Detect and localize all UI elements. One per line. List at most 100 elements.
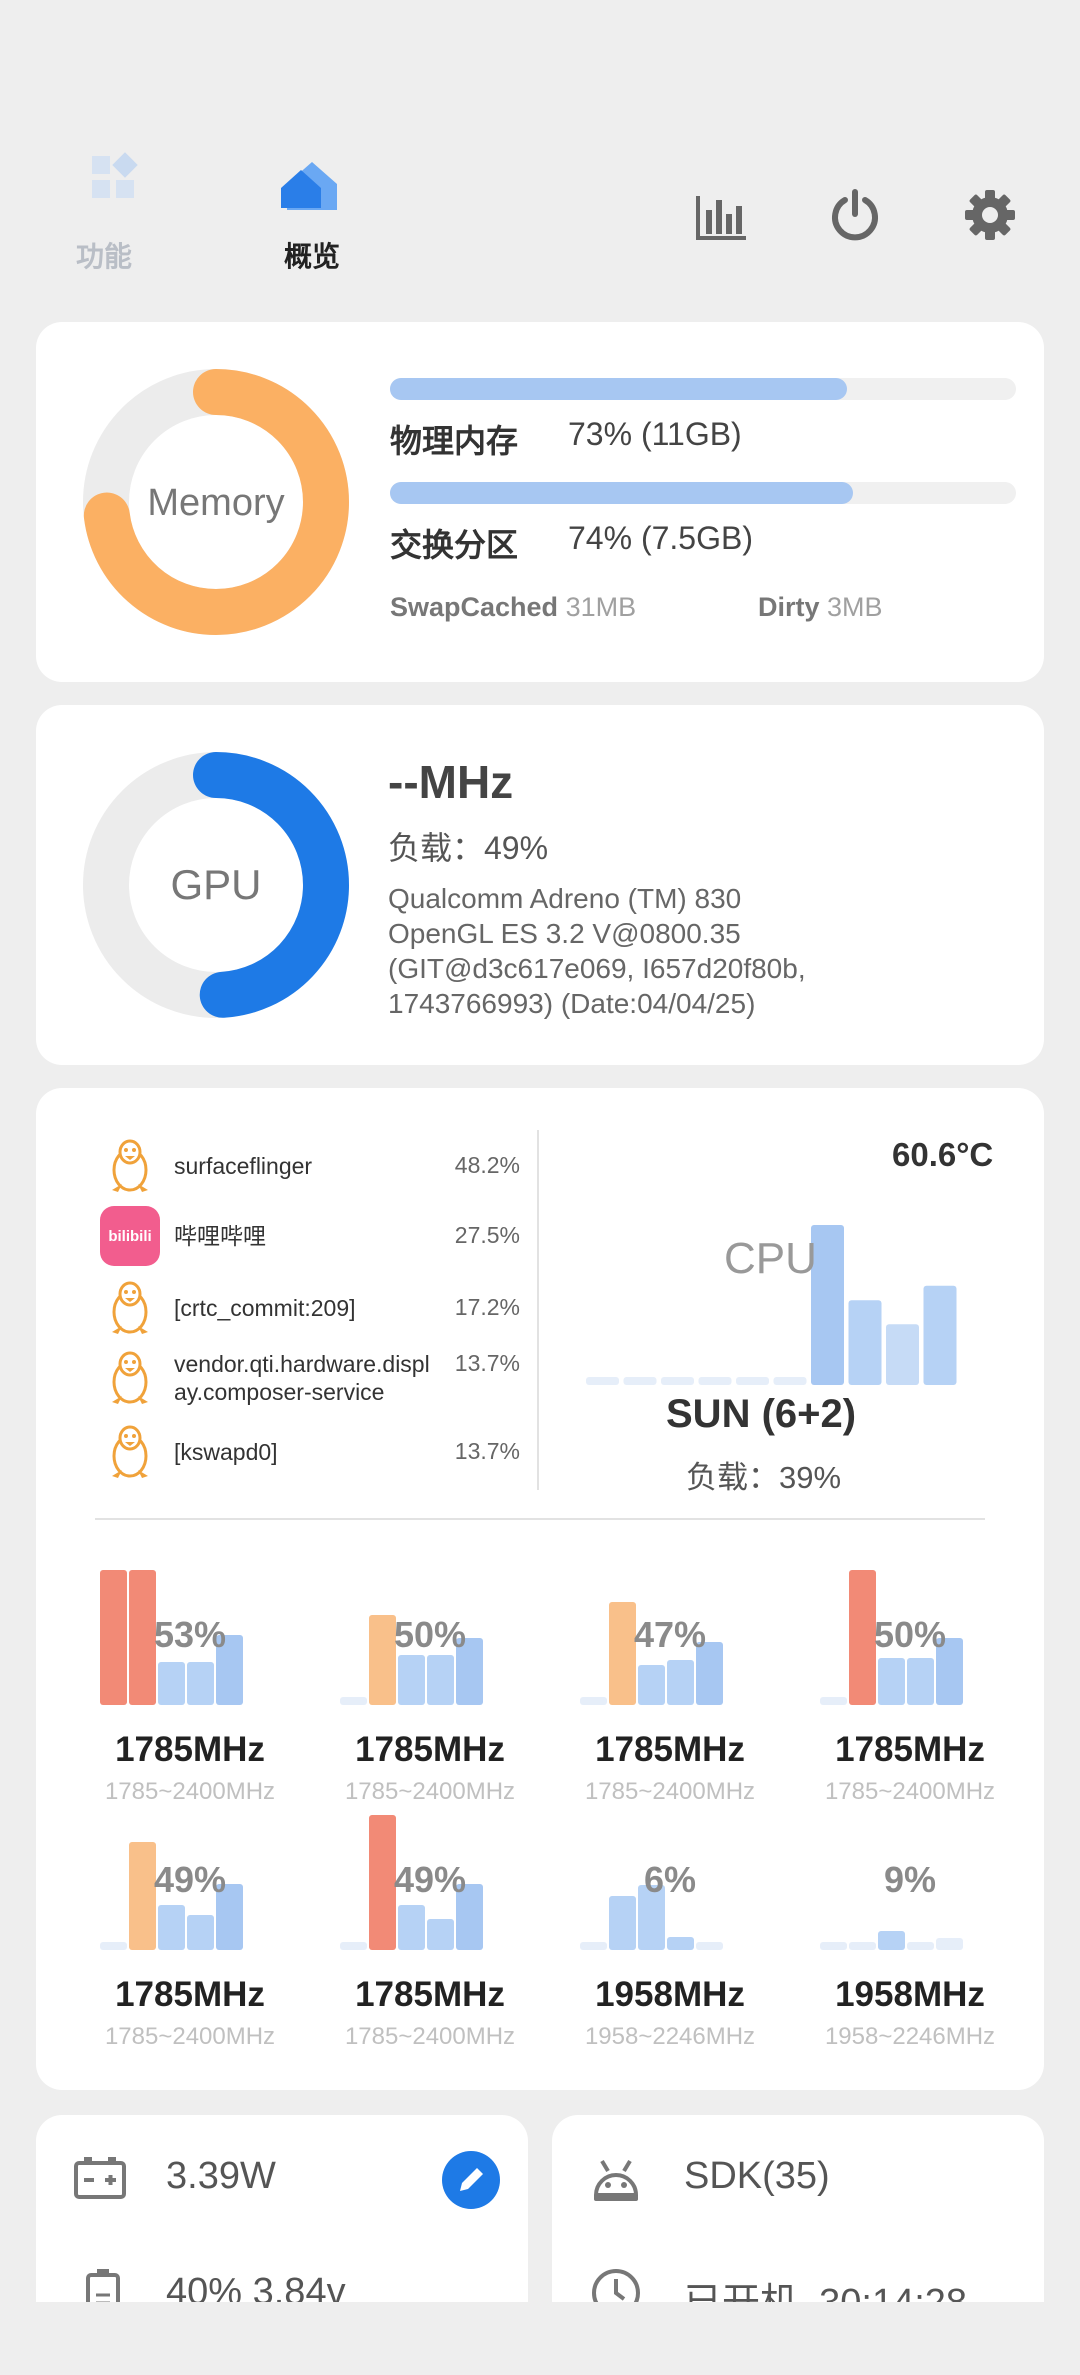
physical-memory-label: 物理内存 bbox=[390, 423, 519, 459]
cpu-core-load: 50% bbox=[873, 1614, 947, 1655]
cpu-core-bar bbox=[907, 1941, 934, 1950]
swapcached-stat: SwapCached 31MB bbox=[390, 592, 636, 623]
cpu-overview-bar bbox=[848, 1300, 882, 1385]
battery-charge-icon bbox=[74, 2157, 126, 2199]
cpu-core-bar bbox=[849, 1941, 876, 1950]
cpu-core-frequency-range: 1785~2400MHz bbox=[584, 1778, 756, 1805]
gpu-ring-label: GPU bbox=[170, 861, 262, 908]
cpu-core-bar bbox=[696, 1941, 723, 1950]
cpu-core-bar bbox=[820, 1941, 847, 1950]
gpu-card[interactable]: GPU --MHz 负载：49% Qualcomm Adreno (TM) 83… bbox=[36, 705, 1044, 1065]
cpu-core-load: 6% bbox=[643, 1859, 697, 1900]
cpu-core-bar bbox=[638, 1664, 665, 1705]
tab-overview[interactable]: 概览 bbox=[252, 150, 372, 275]
cpu-core-frequency: 1958MHz bbox=[595, 1975, 745, 2014]
tab-functions-label: 功能 bbox=[75, 241, 132, 272]
home-icon bbox=[281, 162, 337, 210]
physical-memory-bar bbox=[390, 378, 1016, 400]
cpu-core-frequency: 1785MHz bbox=[115, 1730, 265, 1769]
cpu-core-frequency-range: 1785~2400MHz bbox=[344, 1778, 516, 1805]
cpu-core-load: 9% bbox=[883, 1859, 937, 1900]
power-button[interactable] bbox=[820, 180, 890, 250]
cpu-core-frequency: 1785MHz bbox=[355, 1730, 505, 1769]
process-cpu-percent: 13.7% bbox=[454, 1350, 520, 1376]
linux-penguin-icon bbox=[112, 1425, 148, 1478]
cpu-core-frequency-range: 1958~2246MHz bbox=[824, 2023, 996, 2050]
cpu-core-bar bbox=[878, 1931, 905, 1950]
cpu-core-bar bbox=[936, 1937, 963, 1950]
android-icon bbox=[593, 2159, 639, 2201]
cpu-core-load: 49% bbox=[393, 1859, 467, 1900]
cpu-core-frequency: 1958MHz bbox=[835, 1975, 985, 2014]
process-cpu-percent: 17.2% bbox=[454, 1294, 520, 1320]
cpu-core-frequency: 1785MHz bbox=[115, 1975, 265, 2014]
dirty-label: Dirty bbox=[758, 592, 820, 622]
swap-bar bbox=[390, 482, 1016, 504]
tab-functions[interactable]: 功能 bbox=[44, 150, 164, 275]
cpu-core[interactable]: 50% 1785MHz 1785~2400MHz bbox=[810, 1570, 1010, 1820]
cpu-overview-bar bbox=[886, 1324, 919, 1385]
process-row[interactable]: vendor.qti.hardware.displ ay.composer-ser… bbox=[100, 1348, 520, 1412]
stats-button[interactable] bbox=[685, 180, 755, 250]
tab-overview-label: 概览 bbox=[283, 241, 340, 272]
gpu-info-line: OpenGL ES 3.2 V@0800.35 bbox=[388, 918, 741, 949]
settings-gear-icon bbox=[965, 190, 1015, 240]
cpu-core-bar bbox=[187, 1914, 214, 1950]
cpu-core-bar bbox=[580, 1941, 607, 1950]
cpu-core-bar bbox=[398, 1655, 425, 1705]
process-cpu-percent: 13.7% bbox=[454, 1438, 520, 1464]
cpu-divider-horizontal bbox=[95, 1518, 985, 1520]
gpu-frequency: --MHz bbox=[388, 756, 514, 808]
process-row[interactable]: [crtc_commit:209] 17.2% bbox=[100, 1278, 520, 1342]
gpu-info: Qualcomm Adreno (TM) 830 OpenGL ES 3.2 V… bbox=[388, 881, 806, 1021]
cpu-label: CPU bbox=[724, 1234, 817, 1283]
cpu-core[interactable]: 50% 1785MHz 1785~2400MHz bbox=[330, 1570, 530, 1820]
gpu-info-line: (GIT@d3c617e069, I657d20f80b, bbox=[388, 953, 806, 984]
process-row[interactable]: bilibili 哔哩哔哩 27.5% bbox=[100, 1206, 520, 1270]
cpu-core-bar bbox=[907, 1657, 934, 1705]
cpu-core[interactable]: 9% 1958MHz 1958~2246MHz bbox=[810, 1815, 1010, 2065]
cpu-core-bar bbox=[187, 1661, 214, 1705]
cpu-core-bar bbox=[340, 1941, 367, 1950]
gpu-load: 负载：49% bbox=[388, 830, 549, 866]
process-name: vendor.qti.hardware.displ ay.composer-ser… bbox=[174, 1351, 430, 1405]
cpu-core-frequency-range: 1785~2400MHz bbox=[104, 1778, 276, 1805]
cpu-core[interactable]: 53% 1785MHz 1785~2400MHz bbox=[90, 1570, 290, 1820]
cpu-core[interactable]: 47% 1785MHz 1785~2400MHz bbox=[570, 1570, 770, 1820]
sdk-value: SDK(35) bbox=[684, 2155, 830, 2197]
process-name: 哔哩哔哩 bbox=[174, 1223, 266, 1249]
cpu-overview-bar bbox=[698, 1377, 732, 1385]
cpu-core-frequency-range: 1785~2400MHz bbox=[104, 2023, 276, 2050]
cpu-core-bar bbox=[609, 1896, 636, 1950]
memory-card[interactable]: Memory 物理内存 73% (11GB) 交换分区 74% (7.5GB) … bbox=[36, 322, 1044, 682]
cpu-core-bar bbox=[158, 1905, 185, 1950]
cpu-cluster-name: SUN (6+2) bbox=[666, 1392, 857, 1436]
cpu-core[interactable]: 49% 1785MHz 1785~2400MHz bbox=[330, 1815, 530, 2065]
top-navigation: 功能 概览 bbox=[0, 140, 1080, 290]
process-cpu-percent: 27.5% bbox=[454, 1222, 520, 1248]
cpu-core[interactable]: 49% 1785MHz 1785~2400MHz bbox=[90, 1815, 290, 2065]
cpu-core-frequency: 1785MHz bbox=[595, 1730, 745, 1769]
memory-ring-label: Memory bbox=[147, 482, 285, 524]
physical-memory-value: 73% (11GB) bbox=[568, 416, 742, 452]
bar-chart-icon bbox=[696, 196, 746, 240]
cpu-overview-bar bbox=[661, 1377, 694, 1385]
cpu-overview-bar bbox=[773, 1377, 807, 1385]
power-value: 3.39W bbox=[166, 2155, 276, 2197]
process-row[interactable]: [kswapd0] 13.7% bbox=[100, 1422, 520, 1486]
linux-penguin-icon bbox=[112, 1139, 148, 1192]
swapcached-value: 31MB bbox=[565, 592, 637, 622]
cpu-core[interactable]: 6% 1958MHz 1958~2246MHz bbox=[570, 1815, 770, 2065]
gpu-info-line: 1743766993) (Date:04/04/25) bbox=[388, 988, 756, 1019]
swap-label: 交换分区 bbox=[390, 527, 519, 563]
linux-penguin-icon bbox=[112, 1281, 148, 1334]
cpu-core-frequency: 1785MHz bbox=[835, 1730, 985, 1769]
process-name: [kswapd0] bbox=[174, 1439, 278, 1465]
cpu-core-load: 53% bbox=[153, 1614, 227, 1655]
process-row[interactable]: surfaceflinger 48.2% bbox=[100, 1136, 520, 1200]
edit-button[interactable] bbox=[442, 2151, 500, 2209]
cpu-overview-bar bbox=[736, 1377, 769, 1385]
cpu-core-bar bbox=[158, 1661, 185, 1705]
swapcached-label: SwapCached bbox=[390, 592, 559, 622]
settings-button[interactable] bbox=[955, 180, 1025, 250]
